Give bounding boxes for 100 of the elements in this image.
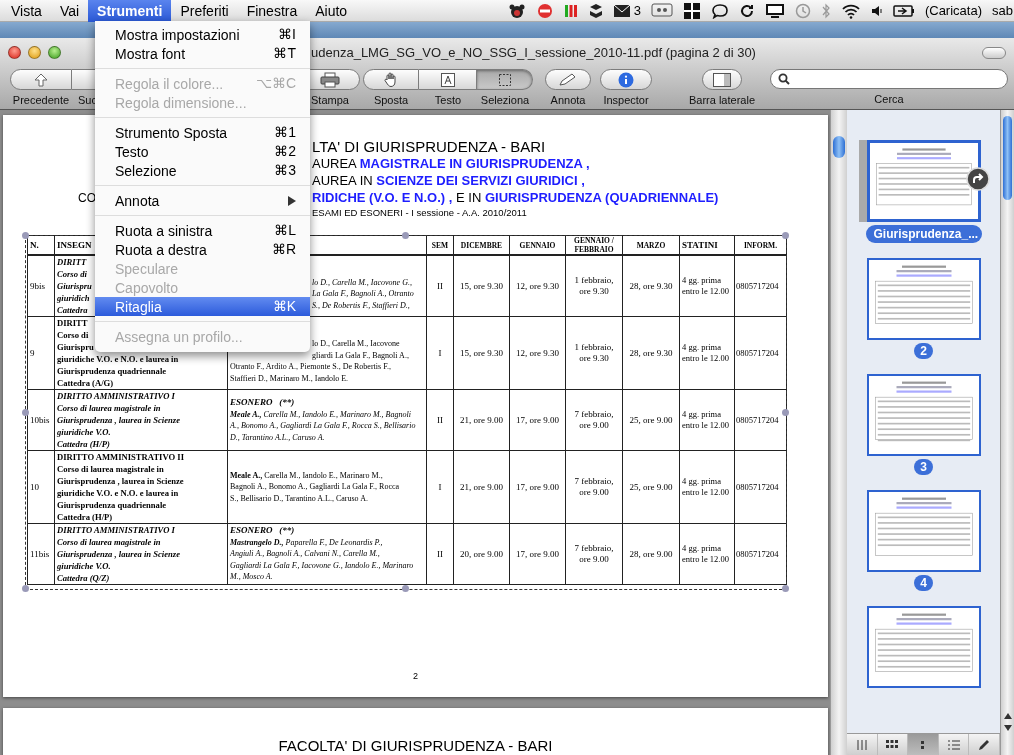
menu-item[interactable]: Testo ⌘2 (95, 142, 310, 161)
menu-item[interactable]: Annota (95, 191, 310, 210)
table-cell: 4 gg. prima entro le 12.00 (679, 389, 735, 451)
level-bars-icon[interactable] (563, 2, 578, 19)
heading-line: AUREA IN SCIENZE DEI SERVIZI GIURIDICI , (312, 173, 585, 188)
menu-item[interactable]: Ritaglia ⌘K (95, 297, 310, 316)
resize-handle[interactable] (22, 408, 29, 416)
wifi-icon[interactable] (840, 2, 861, 19)
page-thumbnail[interactable] (866, 490, 981, 572)
resize-handle[interactable] (402, 232, 409, 239)
rotate-icon[interactable] (966, 167, 990, 191)
scroll-up-icon[interactable] (1004, 713, 1012, 719)
columns-icon (856, 739, 867, 750)
tool-button[interactable] (363, 69, 419, 90)
table-cell: II (426, 255, 454, 317)
tool-button[interactable] (419, 69, 477, 90)
scrollbar[interactable] (1000, 110, 1014, 755)
page-thumbnail[interactable] (866, 374, 981, 456)
close-button[interactable] (8, 45, 21, 59)
heading-line: LTA' DI GIURISPRUDENZA - BARI (312, 137, 546, 155)
battery-icon[interactable] (892, 3, 915, 18)
heading-line: AUREA MAGISTRALE IN GIURISPRUDENZA , (312, 156, 590, 171)
table-cell: 11bis (27, 523, 55, 585)
menubar-item[interactable]: Preferiti (171, 0, 238, 22)
page-thumbnail[interactable] (866, 606, 981, 688)
table-cell: 4 gg. prima entro le 12.00 (679, 255, 735, 317)
grid-icon[interactable] (682, 2, 701, 19)
table-cell: 15, ore 9.30 (453, 316, 510, 390)
table-cell: 21, ore 9.00 (453, 450, 510, 524)
up-arrow-icon (34, 72, 48, 87)
table-cell: 9bis (27, 255, 55, 317)
sync-icon[interactable] (738, 2, 755, 19)
table-cell: 17, ore 9.00 (509, 389, 566, 451)
resize-handle[interactable] (22, 232, 29, 239)
zoom-button[interactable] (48, 45, 61, 59)
page-label[interactable]: 3 (914, 459, 933, 475)
scroll-thumb[interactable] (833, 136, 845, 158)
page-label[interactable]: 2 (914, 343, 933, 359)
table-cell: DIRITTO AMMINISTRATIVO I Corso di laurea magistrale in Giurisprudenza , laurea in Scienze giuridiche V.O. Cattedra (H/P) (54, 389, 228, 451)
page-label[interactable]: 4 (914, 575, 933, 591)
page-thumbnail[interactable] (866, 258, 981, 340)
table-cell: 28, ore 9.00 (622, 523, 680, 585)
menubar-item[interactable]: Aiuto (306, 0, 357, 22)
text-tool-icon (440, 72, 455, 87)
clock-icon[interactable] (794, 2, 811, 19)
user-name[interactable]: sab (992, 3, 1014, 18)
menu-item[interactable]: Strumento Sposta ⌘1 (95, 123, 310, 142)
table-cell: 10bis (27, 389, 55, 451)
table-cell: Meale A., Carella M., Iandolo E., Marinaro M., Bagnoli A., Bonomo A., Gagliardi La Gala F., Rocca S., Bellisario D., Tarantino A.L., Caruso A. (227, 450, 427, 524)
scroll-down-icon[interactable] (1004, 725, 1012, 731)
critter-icon[interactable] (507, 2, 526, 19)
resize-handle[interactable] (782, 408, 789, 416)
resize-handle[interactable] (402, 585, 409, 592)
menu-item[interactable]: Mostra impostazioni ⌘I (95, 25, 310, 44)
inspector-button[interactable] (600, 69, 652, 90)
resize-handle[interactable] (782, 232, 789, 239)
page-title: FACOLTA' DI GIURISPRUDENZA - BARI (278, 737, 553, 754)
grid-icon (886, 740, 899, 749)
pencil-icon (978, 738, 991, 751)
resize-handle[interactable] (22, 585, 29, 592)
annotate-button[interactable] (545, 69, 591, 90)
resize-handle[interactable] (782, 585, 789, 592)
bluetooth-icon[interactable] (820, 2, 831, 19)
previous-button[interactable] (10, 69, 72, 90)
menu-item[interactable]: Selezione ⌘3 (95, 161, 310, 180)
menubar-item[interactable]: Vista (2, 0, 51, 22)
sidebar-toggle-button[interactable] (702, 69, 742, 90)
hand-icon (384, 72, 398, 87)
table-cell: 4 gg. prima entro le 12.00 (679, 316, 735, 390)
table-cell: 4 gg. prima entro le 12.00 (679, 523, 735, 585)
no-entry-icon[interactable] (535, 2, 554, 19)
menubar-item[interactable]: Strumenti (88, 0, 172, 22)
view-mode-button[interactable] (908, 734, 939, 755)
selection-icon (497, 72, 512, 87)
monitor-icon[interactable] (764, 2, 785, 19)
toolbar-label: Inspector (603, 94, 649, 106)
scrollbar[interactable] (830, 110, 847, 755)
toolbar-toggle-button[interactable] (982, 47, 1006, 59)
envelope-icon[interactable] (613, 4, 630, 17)
menu-item[interactable]: Mostra font ⌘T (95, 44, 310, 63)
info-icon (618, 71, 634, 88)
page-label[interactable]: Giurisprudenza_... (865, 225, 982, 243)
list-icon (947, 739, 960, 750)
toolbar-label: Cerca (874, 93, 904, 105)
table-cell: 15, ore 9.30 (453, 255, 510, 317)
table-cell: 25, ore 9.00 (622, 450, 680, 524)
table-cell: 1 febbraio, ore 9.30 (565, 316, 623, 390)
table-cell: ESONERO (**) Mastrangelo D., Paparella F., De Leonardis P., Angiuli A., Bagnoli A., Calvani N., Carella M., Gagliardi La Gala F., Iacovone G., Iandolo E., Marinaro M., Mosco A. (227, 523, 427, 585)
table-cell: 21, ore 9.00 (453, 389, 510, 451)
search-field[interactable] (770, 69, 1008, 89)
menubar-item[interactable]: Vai (50, 0, 89, 22)
table-cell: 17, ore 9.00 (509, 523, 566, 585)
table-cell: 12, ore 9.30 (509, 316, 566, 390)
battery-status[interactable]: (Caricata) (924, 3, 982, 18)
minimize-button[interactable] (28, 45, 41, 59)
speech-bubble-icon[interactable] (710, 2, 729, 19)
menubar-item[interactable]: Finestra (237, 0, 307, 22)
table-cell: 17, ore 9.00 (509, 450, 566, 524)
table-cell: II (426, 389, 454, 451)
scroll-thumb[interactable] (1003, 116, 1012, 200)
